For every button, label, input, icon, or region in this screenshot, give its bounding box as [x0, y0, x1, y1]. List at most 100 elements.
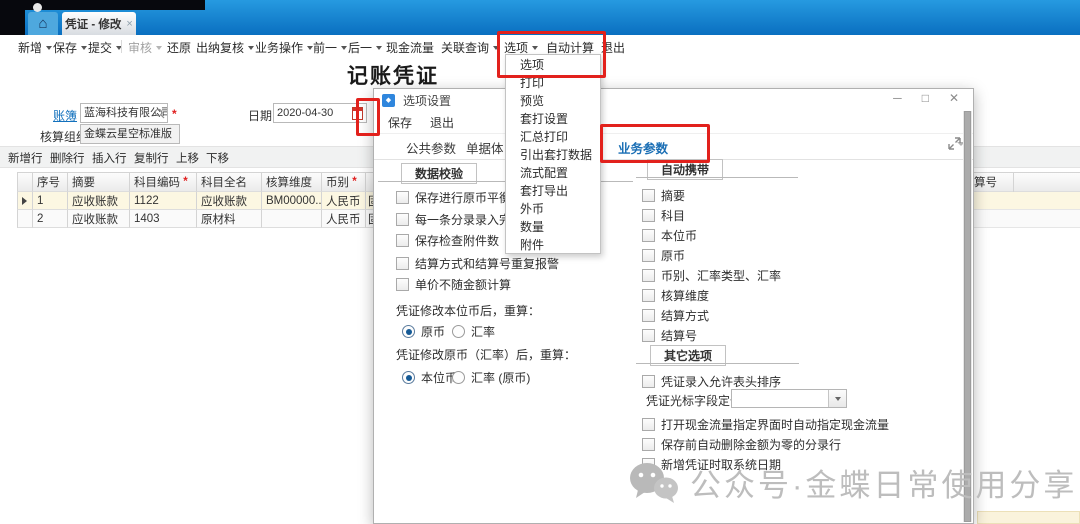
radio-icon[interactable]	[452, 325, 465, 338]
cell-account-name[interactable]: 原材料	[197, 210, 262, 228]
checkbox-icon[interactable]	[642, 438, 655, 451]
checkbox-icon[interactable]	[642, 289, 655, 302]
dialog-menu-exit[interactable]: 退出	[430, 114, 454, 131]
checkbox-icon[interactable]	[642, 249, 655, 262]
cell-account-name[interactable]: 应收账款	[197, 192, 262, 210]
toolbar-button-submit[interactable]: 提交	[88, 39, 122, 56]
dialog-tab-common-params[interactable]: 公共参数	[406, 138, 456, 157]
cell-no[interactable]: 1	[33, 192, 68, 210]
checkbox-icon[interactable]	[396, 234, 409, 247]
cb-auto-assign-cashflow[interactable]: 打开现金流量指定界面时自动指定现金流量	[642, 416, 889, 433]
toolbar-button-next[interactable]: 后一	[348, 39, 382, 56]
grid-button-copy-row[interactable]: 复制行	[134, 150, 169, 166]
cb-carry-currency-rate[interactable]: 币别、汇率类型、汇率	[642, 267, 781, 284]
grid-header-account-name[interactable]: 科目全名	[197, 172, 262, 192]
tab-voucher-edit[interactable]: 凭证 - 修改 ×	[62, 12, 136, 35]
grid-header-currency[interactable]: 币别 *	[322, 172, 366, 192]
dialog-titlebar[interactable]: 选项设置 ─ □ ✕	[374, 89, 973, 112]
dropdown-arrow-button[interactable]	[828, 390, 846, 407]
menu-item-quantity[interactable]: 数量	[506, 217, 600, 235]
cb-delete-zero-rows[interactable]: 保存前自动删除金额为零的分录行	[642, 436, 841, 453]
menu-item-export-template-data[interactable]: 引出套打数据	[506, 145, 600, 163]
cb-unit-price-not-follow[interactable]: 单价不随金额计算	[396, 276, 511, 293]
grid-button-delete-row[interactable]: 删除行	[50, 150, 85, 166]
minimize-icon[interactable]: ─	[893, 91, 902, 105]
checkbox-icon[interactable]	[396, 213, 409, 226]
radio-exchange-rate[interactable]: 汇率	[452, 323, 495, 340]
menu-item-template-print-setup[interactable]: 套打设置	[506, 109, 600, 127]
menu-item-template-export[interactable]: 套打导出	[506, 181, 600, 199]
toolbar-button-business-operation[interactable]: 业务操作	[255, 39, 313, 56]
book-input[interactable]: 蓝海科技有限公司财	[80, 103, 168, 123]
cell-summary[interactable]: 应收账款	[68, 210, 130, 228]
calendar-icon[interactable]	[352, 107, 363, 120]
search-icon[interactable]	[154, 107, 165, 123]
cell-no[interactable]: 2	[33, 210, 68, 228]
checkbox-icon[interactable]	[396, 191, 409, 204]
tab-home[interactable]	[28, 12, 58, 35]
grid-header-no[interactable]: 序号	[33, 172, 68, 192]
cell-summary[interactable]: 应收账款	[68, 192, 130, 210]
grid-button-move-up[interactable]: 上移	[176, 150, 199, 166]
cb-carry-settlement-method[interactable]: 结算方式	[642, 307, 709, 324]
cell-dimension[interactable]: BM00000...	[262, 192, 322, 210]
cb-settlement-duplicate-alert[interactable]: 结算方式和结算号重复报警	[396, 255, 559, 272]
cell-account-code[interactable]: 1122	[130, 192, 197, 210]
cb-carry-account[interactable]: 科目	[642, 207, 685, 224]
caret-down-icon[interactable]	[81, 46, 87, 50]
radio-original-currency[interactable]: 原币	[402, 323, 445, 340]
radio-local-currency[interactable]: 本位币	[402, 369, 457, 386]
org-input[interactable]: 金蝶云星空标准版	[80, 124, 180, 144]
caret-down-icon[interactable]	[46, 46, 52, 50]
tab-close-icon[interactable]: ×	[126, 18, 132, 30]
checkbox-icon[interactable]	[642, 375, 655, 388]
radio-icon[interactable]	[402, 371, 415, 384]
toolbar-button-previous[interactable]: 前一	[313, 39, 347, 56]
checkbox-icon[interactable]	[642, 329, 655, 342]
cell-dimension[interactable]	[262, 210, 322, 228]
toolbar-button-save[interactable]: 保存	[53, 39, 87, 56]
checkbox-icon[interactable]	[642, 229, 655, 242]
menu-item-options[interactable]: 选项	[506, 55, 600, 73]
checkbox-icon[interactable]	[642, 269, 655, 282]
grid-button-move-down[interactable]: 下移	[206, 150, 229, 166]
cell-currency[interactable]: 人民币	[322, 192, 366, 210]
maximize-icon[interactable]: □	[922, 91, 929, 105]
cb-allow-header-sort[interactable]: 凭证录入允许表头排序	[642, 373, 781, 390]
toolbar-button-cash-flow[interactable]: 现金流量	[386, 39, 434, 56]
menu-item-foreign-currency[interactable]: 外币	[506, 199, 600, 217]
cb-carry-local-currency[interactable]: 本位币	[642, 227, 697, 244]
date-input[interactable]: 2020-04-30	[273, 103, 367, 123]
toolbar-button-cashier-review[interactable]: 出纳复核	[196, 39, 254, 56]
menu-item-print[interactable]: 打印	[506, 73, 600, 91]
caret-down-icon[interactable]	[532, 46, 538, 50]
cell-currency[interactable]: 人民币	[322, 210, 366, 228]
dialog-tab-entry-settings[interactable]: 单据体	[466, 138, 504, 157]
toolbar-button-exit[interactable]: 退出	[601, 39, 625, 56]
checkbox-icon[interactable]	[642, 309, 655, 322]
caret-down-icon[interactable]	[376, 46, 382, 50]
radio-icon[interactable]	[452, 371, 465, 384]
radio-rate-original[interactable]: 汇率 (原币)	[452, 369, 530, 386]
cb-carry-summary[interactable]: 摘要	[642, 187, 685, 204]
checkbox-icon[interactable]	[642, 418, 655, 431]
expand-icon[interactable]	[948, 137, 961, 153]
toolbar-button-restore[interactable]: 还原	[167, 39, 191, 56]
checkbox-icon[interactable]	[642, 189, 655, 202]
cb-check-attachment-count[interactable]: 保存检查附件数	[396, 232, 499, 249]
caret-down-icon[interactable]	[493, 46, 499, 50]
caret-down-icon[interactable]	[248, 46, 254, 50]
table-row[interactable]: 1 应收账款 1122 应收账款 BM00000... 人民币 固	[17, 192, 374, 210]
close-icon[interactable]: ✕	[949, 91, 959, 105]
dialog-menu-save[interactable]: 保存	[388, 114, 412, 131]
grid-button-add-row[interactable]: 新增行	[8, 150, 43, 166]
toolbar-button-new[interactable]: 新增	[18, 39, 52, 56]
grid-button-insert-row[interactable]: 插入行	[92, 150, 127, 166]
grid-header-summary[interactable]: 摘要	[68, 172, 130, 192]
toolbar-button-related-query[interactable]: 关联查询	[441, 39, 499, 56]
checkbox-icon[interactable]	[642, 209, 655, 222]
menu-item-summary-print[interactable]: 汇总打印	[506, 127, 600, 145]
cb-carry-dimension[interactable]: 核算维度	[642, 287, 709, 304]
menu-item-attachment[interactable]: 附件	[506, 235, 600, 253]
cb-carry-original-currency[interactable]: 原币	[642, 247, 685, 264]
